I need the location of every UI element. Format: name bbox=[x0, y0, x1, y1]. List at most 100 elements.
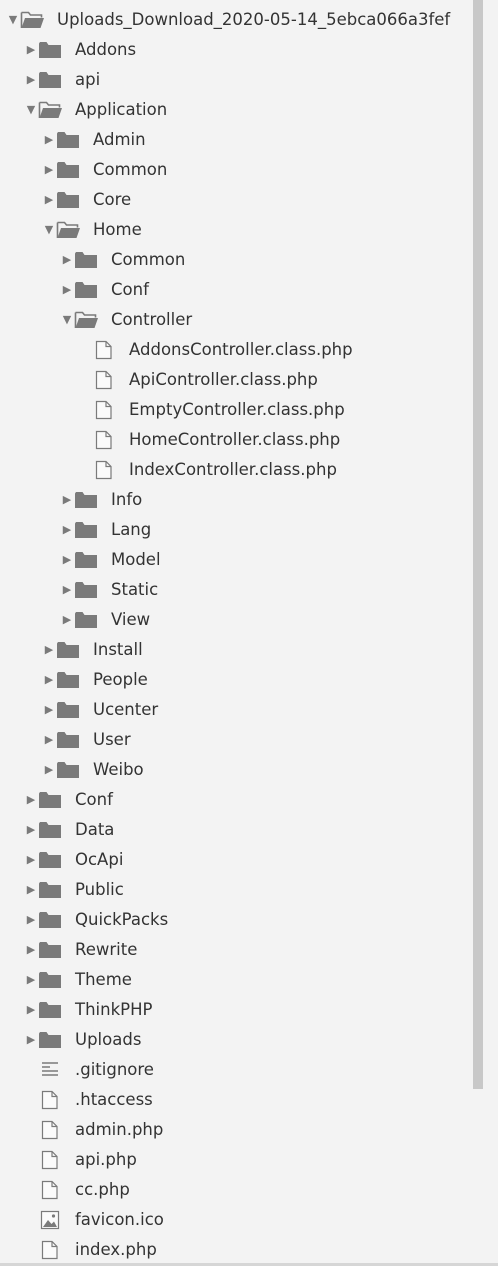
tree-folder-row[interactable]: ▼ Uploads_Download_2020-05-14_5ebca066a3f… bbox=[0, 5, 472, 35]
tree-folder-row[interactable]: ▶ Conf bbox=[0, 785, 472, 815]
folder-icon bbox=[56, 640, 80, 660]
tree-file-row[interactable]: .gitignore bbox=[0, 1055, 472, 1085]
tree-folder-row[interactable]: ▶ Info bbox=[0, 485, 472, 515]
folder-icon bbox=[38, 1030, 62, 1050]
tree-folder-row[interactable]: ▶ Rewrite bbox=[0, 935, 472, 965]
tree-item-label: Install bbox=[93, 640, 143, 659]
chevron-right-icon[interactable]: ▶ bbox=[59, 245, 75, 275]
chevron-right-icon[interactable]: ▶ bbox=[23, 785, 39, 815]
tree-file-row[interactable]: ApiController.class.php bbox=[0, 365, 472, 395]
tree-folder-row[interactable]: ▶ Theme bbox=[0, 965, 472, 995]
tree-item-label: index.php bbox=[75, 1240, 157, 1259]
chevron-right-icon[interactable]: ▶ bbox=[23, 35, 39, 65]
tree-file-row[interactable]: favicon.ico bbox=[0, 1205, 472, 1235]
chevron-right-icon[interactable]: ▶ bbox=[23, 845, 39, 875]
tree-item-label: Lang bbox=[111, 520, 152, 539]
tree-item-label: cc.php bbox=[75, 1180, 130, 1199]
folder-icon bbox=[38, 850, 62, 870]
chevron-right-icon[interactable]: ▶ bbox=[23, 1025, 39, 1055]
tree-folder-row[interactable]: ▶ Weibo bbox=[0, 755, 472, 785]
file-icon bbox=[38, 1090, 62, 1110]
tree-file-row[interactable]: .htaccess bbox=[0, 1085, 472, 1115]
chevron-right-icon[interactable]: ▶ bbox=[41, 725, 57, 755]
tree-folder-row[interactable]: ▶ Common bbox=[0, 155, 472, 185]
tree-folder-row[interactable]: ▶ Install bbox=[0, 635, 472, 665]
folder-open-icon bbox=[56, 220, 80, 240]
tree-folder-row[interactable]: ▶ People bbox=[0, 665, 472, 695]
tree-item-label: HomeController.class.php bbox=[129, 430, 341, 449]
tree-folder-row[interactable]: ▶ QuickPacks bbox=[0, 905, 472, 935]
tree-folder-row[interactable]: ▶ Data bbox=[0, 815, 472, 845]
tree-item-label: Common bbox=[93, 160, 168, 179]
chevron-right-icon[interactable]: ▶ bbox=[23, 905, 39, 935]
scrollbar-thumb[interactable] bbox=[473, 0, 483, 1089]
tree-folder-row[interactable]: ▶ View bbox=[0, 605, 472, 635]
tree-folder-row[interactable]: ▶ Core bbox=[0, 185, 472, 215]
tree-folder-row[interactable]: ▶ Lang bbox=[0, 515, 472, 545]
chevron-right-icon[interactable]: ▶ bbox=[23, 65, 39, 95]
tree-folder-row[interactable]: ▶ Public bbox=[0, 875, 472, 905]
tree-folder-row[interactable]: ▶ Uploads bbox=[0, 1025, 472, 1055]
tree-folder-row[interactable]: ▼ Controller bbox=[0, 305, 472, 335]
tree-folder-row[interactable]: ▶ api bbox=[0, 65, 472, 95]
chevron-right-icon[interactable]: ▶ bbox=[41, 755, 57, 785]
tree-file-row[interactable]: api.php bbox=[0, 1145, 472, 1175]
file-icon bbox=[38, 1150, 62, 1170]
tree-folder-row[interactable]: ▶ Admin bbox=[0, 125, 472, 155]
chevron-right-icon[interactable]: ▶ bbox=[59, 605, 75, 635]
folder-icon bbox=[56, 730, 80, 750]
tree-file-row[interactable]: admin.php bbox=[0, 1115, 472, 1145]
folder-icon bbox=[38, 1000, 62, 1020]
tree-item-label: Admin bbox=[93, 130, 146, 149]
chevron-right-icon[interactable]: ▶ bbox=[23, 965, 39, 995]
chevron-right-icon[interactable]: ▶ bbox=[41, 155, 57, 185]
tree-folder-row[interactable]: ▶ Ucenter bbox=[0, 695, 472, 725]
folder-icon bbox=[74, 250, 98, 270]
tree-folder-row[interactable]: ▶ Common bbox=[0, 245, 472, 275]
tree-item-label: Static bbox=[111, 580, 159, 599]
chevron-right-icon[interactable]: ▶ bbox=[59, 545, 75, 575]
tree-item-label: Uploads_Download_2020-05-14_5ebca066a3fe… bbox=[57, 10, 451, 29]
tree-folder-row[interactable]: ▶ Addons bbox=[0, 35, 472, 65]
tree-item-label: OcApi bbox=[75, 850, 124, 869]
tree-folder-row[interactable]: ▶ Static bbox=[0, 575, 472, 605]
chevron-right-icon[interactable]: ▶ bbox=[41, 635, 57, 665]
tree-folder-row[interactable]: ▼ Application bbox=[0, 95, 472, 125]
folder-icon bbox=[56, 760, 80, 780]
tree-folder-row[interactable]: ▶ ThinkPHP bbox=[0, 995, 472, 1025]
tree-file-row[interactable]: AddonsController.class.php bbox=[0, 335, 472, 365]
folder-open-icon bbox=[20, 10, 44, 30]
chevron-down-icon[interactable]: ▼ bbox=[5, 5, 21, 35]
chevron-right-icon[interactable]: ▶ bbox=[41, 695, 57, 725]
chevron-right-icon[interactable]: ▶ bbox=[59, 575, 75, 605]
tree-file-row[interactable]: IndexController.class.php bbox=[0, 455, 472, 485]
tree-file-row[interactable]: EmptyController.class.php bbox=[0, 395, 472, 425]
folder-icon bbox=[38, 790, 62, 810]
chevron-down-icon[interactable]: ▼ bbox=[23, 95, 39, 125]
tree-item-label: Uploads bbox=[75, 1030, 142, 1049]
tree-folder-row[interactable]: ▶ User bbox=[0, 725, 472, 755]
folder-icon bbox=[38, 70, 62, 90]
tree-folder-row[interactable]: ▶ Model bbox=[0, 545, 472, 575]
chevron-right-icon[interactable]: ▶ bbox=[41, 665, 57, 695]
chevron-down-icon[interactable]: ▼ bbox=[59, 305, 75, 335]
tree-file-row[interactable]: cc.php bbox=[0, 1175, 472, 1205]
chevron-right-icon[interactable]: ▶ bbox=[23, 875, 39, 905]
tree-item-label: Ucenter bbox=[93, 700, 159, 719]
chevron-right-icon[interactable]: ▶ bbox=[59, 485, 75, 515]
tree-folder-row[interactable]: ▶ OcApi bbox=[0, 845, 472, 875]
chevron-right-icon[interactable]: ▶ bbox=[41, 125, 57, 155]
file-icon bbox=[92, 340, 116, 360]
chevron-right-icon[interactable]: ▶ bbox=[41, 185, 57, 215]
vertical-scrollbar[interactable] bbox=[472, 0, 498, 1266]
chevron-right-icon[interactable]: ▶ bbox=[23, 815, 39, 845]
tree-folder-row[interactable]: ▶ Conf bbox=[0, 275, 472, 305]
tree-file-row[interactable]: HomeController.class.php bbox=[0, 425, 472, 455]
tree-file-row[interactable]: index.php bbox=[0, 1235, 472, 1265]
chevron-right-icon[interactable]: ▶ bbox=[23, 995, 39, 1025]
tree-folder-row[interactable]: ▼ Home bbox=[0, 215, 472, 245]
chevron-right-icon[interactable]: ▶ bbox=[59, 275, 75, 305]
chevron-right-icon[interactable]: ▶ bbox=[59, 515, 75, 545]
chevron-down-icon[interactable]: ▼ bbox=[41, 215, 57, 245]
chevron-right-icon[interactable]: ▶ bbox=[23, 935, 39, 965]
